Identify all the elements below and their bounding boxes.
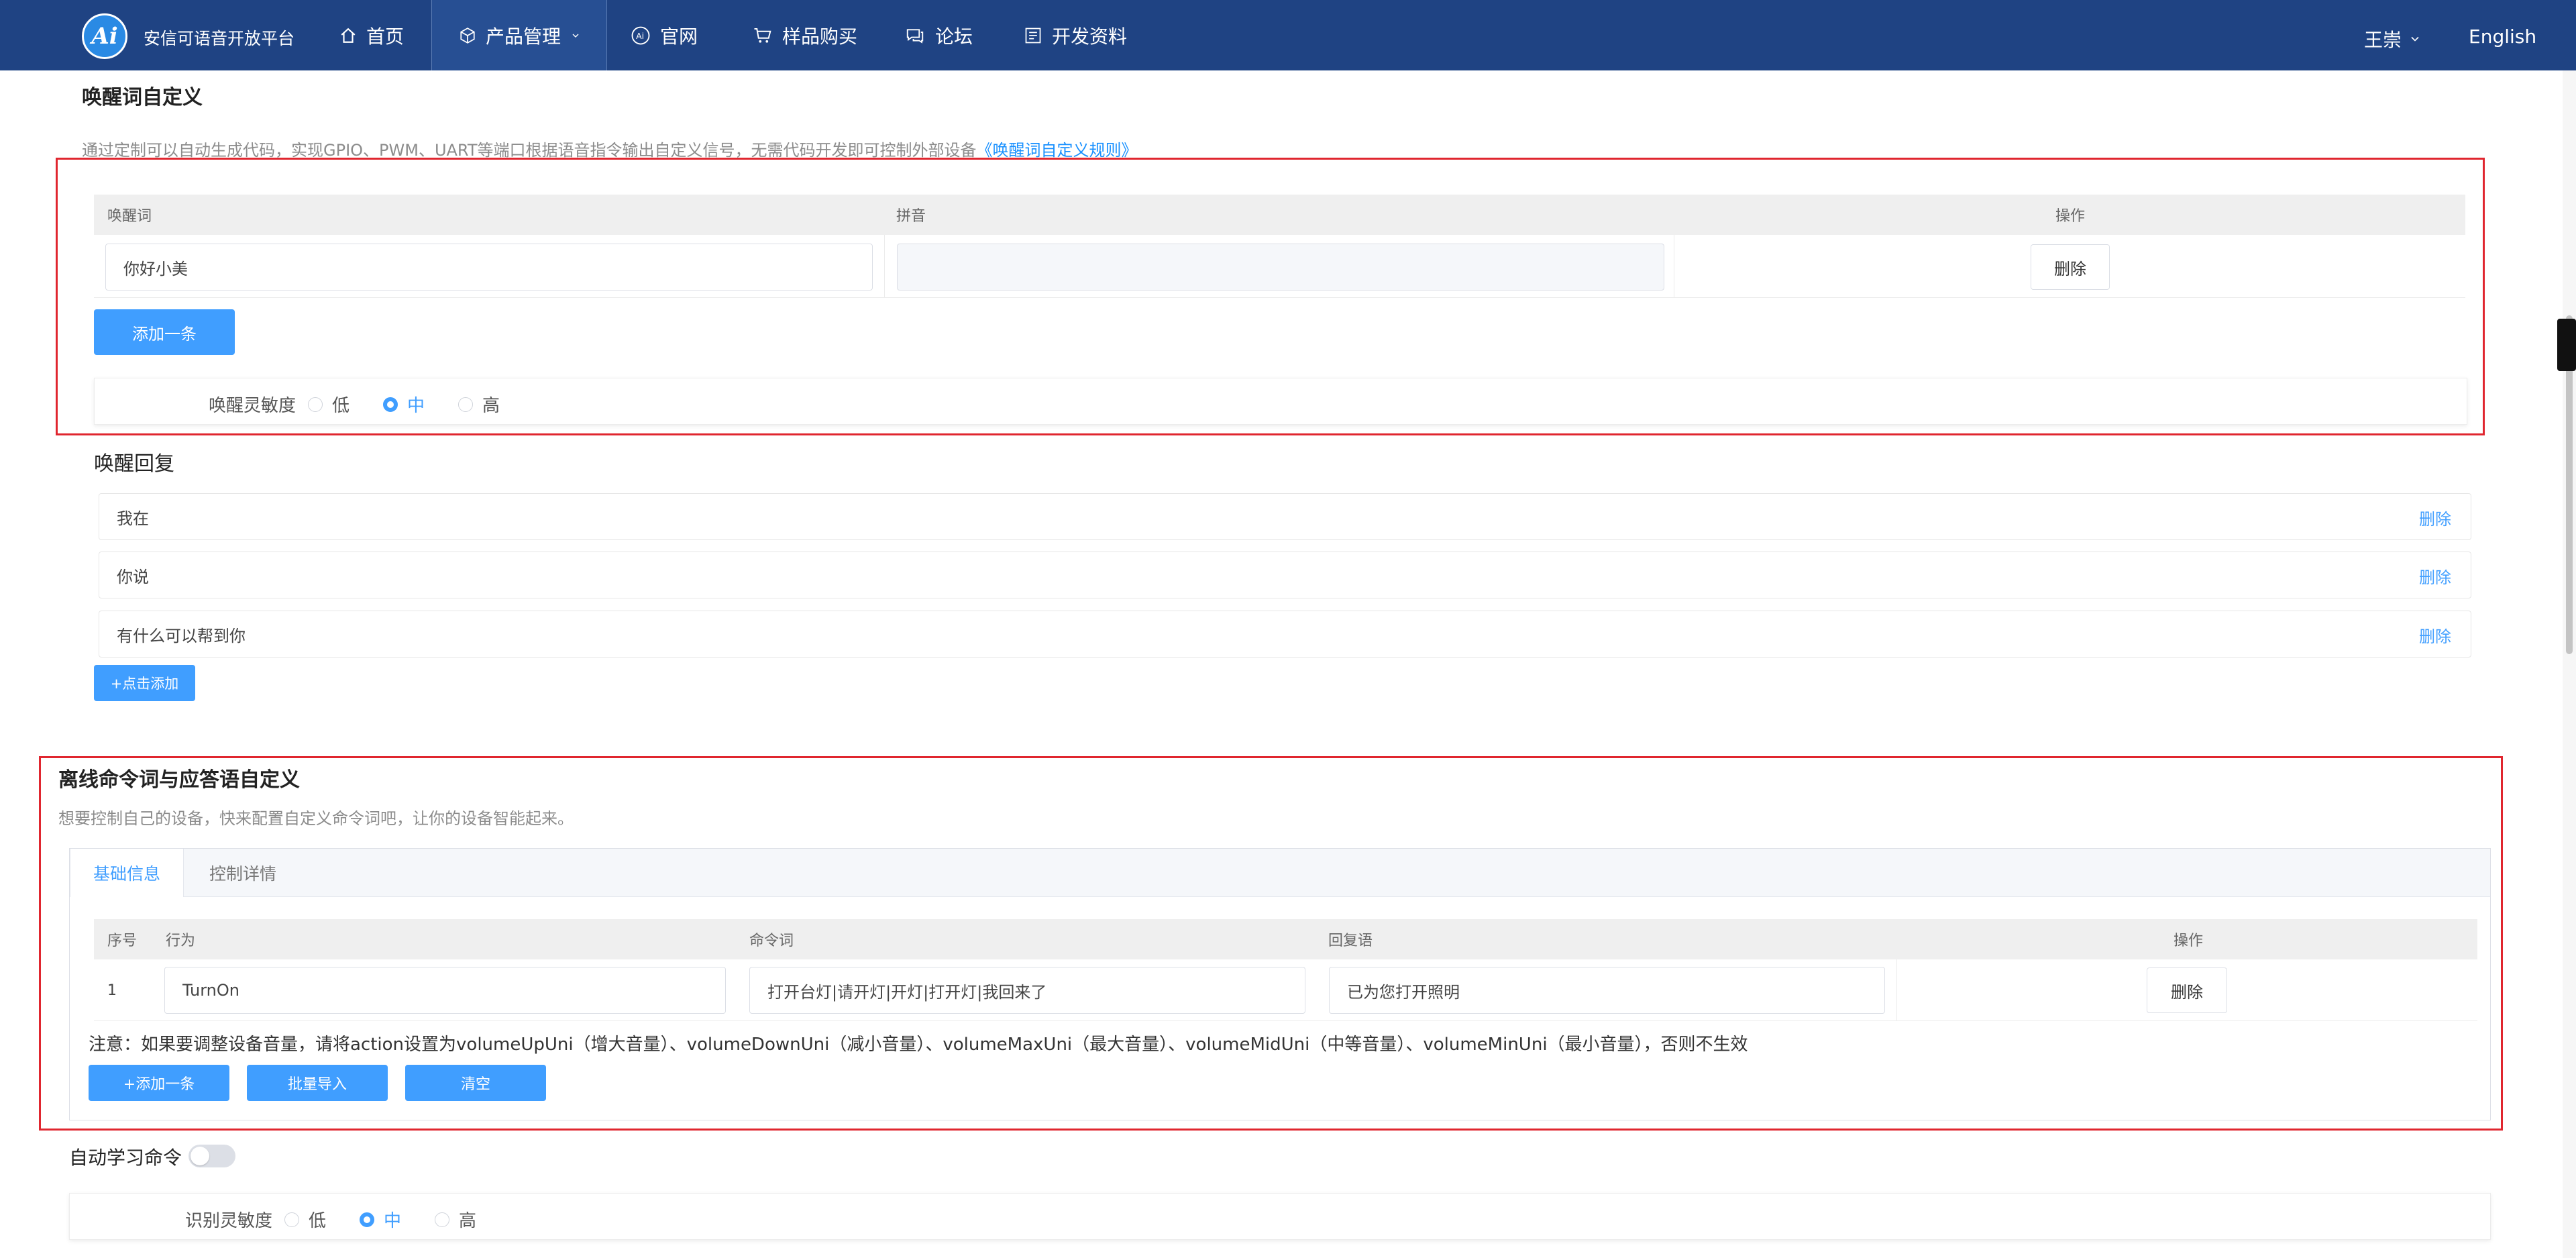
recognition-sensitivity-label: 识别灵敏度 (185, 1211, 273, 1231)
svg-text:Ai: Ai (636, 31, 644, 41)
wake-header-pinyin: 拼音 (896, 208, 926, 225)
offline-row-index: 1 (107, 982, 117, 999)
nav-item-label: 样品购买 (782, 25, 858, 48)
offline-table-header: 序号 行为 命令词 回复语 操作 (94, 919, 2477, 959)
wake-sensitivity-high-radio[interactable] (458, 397, 474, 412)
platform-logo[interactable]: Ai (82, 13, 127, 59)
wake-add-button[interactable]: 添加一条 (94, 309, 235, 355)
wake-table-header: 唤醒词 拼音 操作 (94, 195, 2465, 235)
cube-icon (460, 27, 475, 44)
offline-header-index: 序号 (107, 933, 138, 949)
reply-item-text: 有什么可以帮到你 (117, 626, 246, 645)
recognition-sensitivity-group: 识别灵敏度 低 中 高 (185, 1207, 476, 1232)
nav-item-label: 论坛 (935, 25, 973, 48)
wake-sensitivity-label: 唤醒灵敏度 (209, 396, 297, 416)
column-divider (1896, 959, 1897, 1021)
tab-basic-info[interactable]: 基础信息 (70, 849, 184, 897)
offline-header-command: 命令词 (749, 933, 794, 949)
offline-add-button[interactable]: +添加一条 (89, 1065, 229, 1101)
chat-icon (906, 28, 924, 44)
nav-item-label: 产品管理 (486, 25, 561, 48)
recognition-sensitivity-high-radio[interactable] (435, 1212, 450, 1227)
reply-add-button[interactable]: +点击添加 (94, 665, 195, 701)
reply-item[interactable]: 你说 (99, 552, 2471, 598)
switch-knob (191, 1147, 209, 1165)
radio-label-low: 低 (332, 396, 350, 416)
wake-sensitivity-group: 唤醒灵敏度 低 中 高 (209, 392, 500, 417)
wake-sensitivity-low-radio[interactable] (308, 397, 323, 412)
offline-section-title: 离线命令词与应答语自定义 (58, 768, 300, 792)
offline-tabbar: 基础信息 控制详情 (70, 849, 2490, 897)
wake-header-action: 操作 (2055, 208, 2086, 225)
reply-item-text: 我在 (117, 509, 149, 528)
reply-delete-link[interactable]: 删除 (2419, 506, 2451, 529)
offline-section-description: 想要控制自己的设备，快来配置自定义命令词吧，让你的设备智能起来。 (58, 809, 574, 828)
wake-row-delete-button[interactable]: 删除 (2031, 244, 2110, 290)
recognition-sensitivity-low-radio[interactable] (284, 1212, 300, 1227)
nav-item-dev-docs[interactable]: 开发资料 (1013, 0, 1138, 70)
reply-delete-link[interactable]: 删除 (2419, 623, 2451, 647)
reply-section-title: 唤醒回复 (94, 452, 174, 476)
ai-icon: Ai (631, 26, 650, 44)
offline-header-reply: 回复语 (1328, 933, 1373, 949)
home-icon (341, 28, 356, 43)
radio-label-high: 高 (459, 1211, 477, 1231)
auto-learn-label: 自动学习命令 (69, 1147, 182, 1169)
nav-item-product-management[interactable]: 产品管理 (431, 0, 607, 70)
page-scrollbar[interactable] (2563, 70, 2576, 1258)
offline-bulk-import-button[interactable]: 批量导入 (247, 1065, 388, 1101)
side-drag-handle[interactable] (2557, 319, 2576, 371)
offline-header-action: 行为 (166, 933, 196, 949)
wake-section-title: 唤醒词自定义 (82, 86, 203, 109)
document-icon (1025, 28, 1041, 43)
tab-control-details[interactable]: 控制详情 (182, 849, 303, 896)
user-menu[interactable]: 王崇 (2364, 25, 2422, 52)
radio-label-mid: 中 (407, 396, 425, 416)
nav-item-forum[interactable]: 论坛 (894, 0, 983, 70)
radio-label-high: 高 (482, 396, 500, 416)
platform-name: 安信可语音开放平台 (144, 29, 295, 48)
recognition-sensitivity-mid-radio[interactable] (360, 1212, 375, 1227)
wake-section-description: 通过定制可以自动生成代码，实现GPIO、PWM、UART等端口根据语音指令输出自… (82, 137, 1138, 160)
reply-item-text: 你说 (117, 567, 149, 586)
nav-item-sample-purchase[interactable]: 样品购买 (742, 0, 868, 70)
offline-reply-input[interactable]: 已为您打开照明 (1329, 967, 1885, 1014)
nav-item-label: 开发资料 (1052, 25, 1128, 48)
nav-item-label: 首页 (366, 25, 405, 48)
chevron-down-icon (572, 34, 579, 38)
reply-item[interactable]: 我在 (99, 493, 2471, 540)
offline-action-input[interactable]: TurnOn (164, 967, 726, 1014)
nav-item-official-site[interactable]: Ai 官网 (620, 0, 708, 70)
offline-clear-button[interactable]: 清空 (405, 1065, 546, 1101)
reply-item[interactable]: 有什么可以帮到你 (99, 611, 2471, 658)
wake-word-input[interactable]: 你好小美 (105, 244, 873, 291)
wake-header-word: 唤醒词 (107, 208, 152, 225)
auto-learn-switch[interactable] (189, 1145, 235, 1167)
language-switch[interactable]: English (2469, 25, 2536, 48)
user-name: 王崇 (2364, 29, 2402, 51)
reply-delete-link[interactable]: 删除 (2419, 564, 2451, 588)
nav-item-label: 官网 (660, 25, 698, 48)
offline-header-op: 操作 (2174, 933, 2204, 949)
wake-sensitivity-mid-radio[interactable] (383, 397, 398, 412)
cart-icon (754, 28, 771, 43)
radio-label-low: 低 (309, 1211, 327, 1231)
wake-rule-link[interactable]: 《唤醒词自定义规则》 (977, 141, 1138, 160)
wake-desc-text: 通过定制可以自动生成代码，实现GPIO、PWM、UART等端口根据语音指令输出自… (82, 141, 977, 160)
nav-item-home[interactable]: 首页 (329, 0, 415, 70)
volume-action-note: 注意：如果要调整设备音量，请将action设置为volumeUpUni（增大音量… (89, 1035, 1748, 1055)
column-divider (884, 235, 885, 298)
radio-label-mid: 中 (384, 1211, 402, 1231)
chevron-down-icon (2411, 36, 2419, 42)
wake-pinyin-input[interactable] (897, 244, 1664, 291)
offline-command-input[interactable]: 打开台灯|请开灯|开灯|打开灯|我回来了 (749, 967, 1305, 1014)
offline-row-delete-button[interactable]: 删除 (2147, 967, 2227, 1013)
